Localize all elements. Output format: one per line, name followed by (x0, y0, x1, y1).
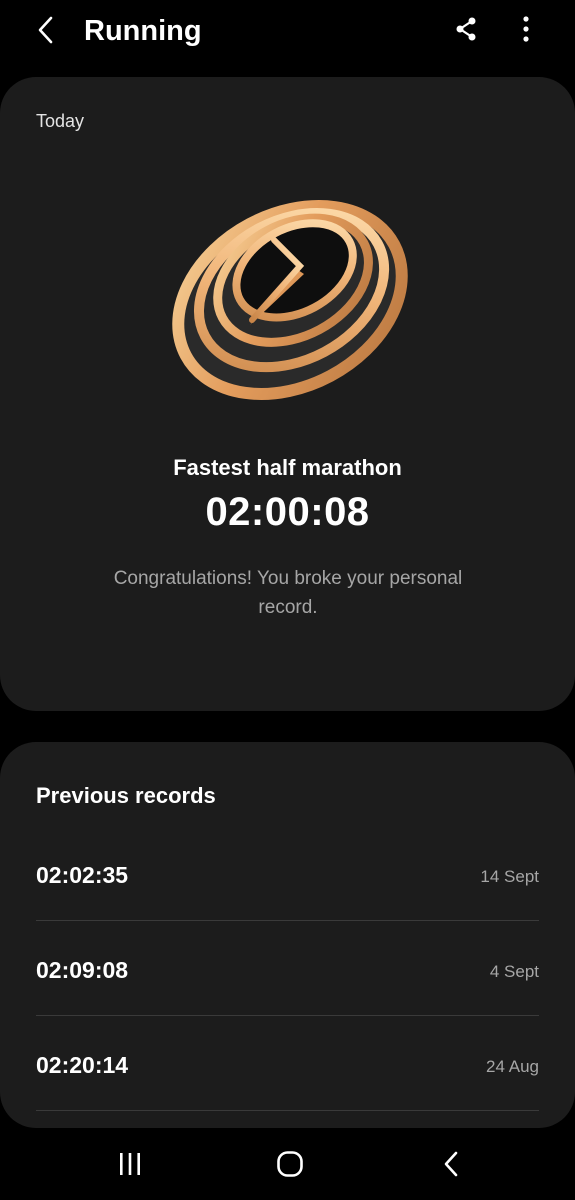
back-icon (444, 1151, 458, 1177)
share-button[interactable] (448, 11, 484, 47)
previous-records-title: Previous records (36, 783, 216, 808)
record-row-date: 14 Sept (480, 867, 539, 886)
record-row-time: 02:02:35 (36, 862, 129, 888)
record-row-date: 24 Aug (486, 1057, 539, 1076)
record-row-time: 02:09:08 (36, 957, 129, 983)
more-vert-icon (523, 16, 529, 42)
record-row-time: 02:20:14 (36, 1052, 129, 1078)
recents-button[interactable] (108, 1144, 152, 1184)
more-options-button[interactable] (508, 11, 544, 47)
home-icon (277, 1151, 303, 1177)
today-label: Today (36, 111, 85, 131)
app-bar: Running (0, 0, 575, 62)
system-nav-bar (0, 1128, 575, 1200)
back-arrow-icon (38, 16, 53, 44)
record-title: Fastest half marathon (173, 455, 402, 480)
congratulations-message: Congratulations! You broke your personal… (113, 568, 463, 618)
nav-back-button[interactable] (430, 1144, 474, 1184)
recents-icon (120, 1153, 140, 1175)
clock-medal-icon (172, 200, 408, 400)
share-icon (456, 17, 476, 41)
back-button[interactable] (28, 12, 64, 48)
home-button[interactable] (268, 1144, 312, 1184)
record-row[interactable]: 02:09:08 4 Sept (36, 920, 539, 1016)
record-row[interactable]: 02:20:14 24 Aug (36, 1015, 539, 1111)
record-row[interactable]: 02:02:35 14 Sept (36, 825, 539, 921)
page-title: Running (84, 15, 202, 47)
record-row-date: 4 Sept (489, 962, 539, 981)
record-time: 02:00:08 (205, 490, 370, 534)
